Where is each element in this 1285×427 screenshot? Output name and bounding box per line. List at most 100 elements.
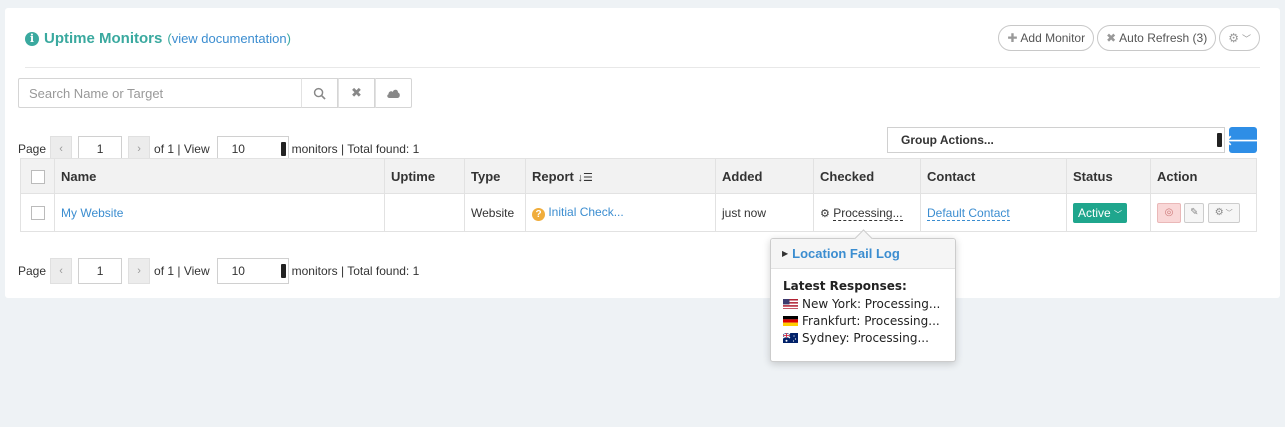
page-of-text: of 1 | View <box>154 264 210 278</box>
page-number-input[interactable]: 1 <box>78 258 123 284</box>
au-flag-icon <box>783 332 798 343</box>
caret-right-icon: ▶ <box>782 249 789 258</box>
row-checkbox[interactable] <box>30 205 45 220</box>
eye-slash-icon: ◎ <box>1164 207 1174 218</box>
chevron-right-icon: › <box>137 143 141 155</box>
title-group: i Uptime Monitors (view documentation) <box>25 30 291 47</box>
search-icon <box>313 87 326 100</box>
col-status[interactable]: Status <box>1066 158 1151 194</box>
col-added[interactable]: Added <box>715 158 814 194</box>
col-report-label: Report <box>532 168 574 184</box>
chevron-down-icon: ﹀ <box>1225 209 1233 217</box>
page-title: Uptime Monitors <box>44 30 163 47</box>
cloud-icon <box>387 89 400 98</box>
checked-status-link[interactable]: Processing... <box>833 205 903 221</box>
location-row: New York: Processing... <box>783 295 943 312</box>
cloud-button[interactable] <box>375 78 412 108</box>
latest-responses-label: Latest Responses: <box>783 279 907 293</box>
contact-cell: Default Contact <box>920 193 1067 232</box>
close-icon: ✖ <box>1106 31 1117 45</box>
gear-icon: ⚙ <box>820 207 830 220</box>
de-flag-icon <box>783 315 798 326</box>
search-button[interactable] <box>301 78 338 108</box>
location-text: New York: Processing... <box>802 296 941 311</box>
status-cell: Active ﹀ <box>1066 193 1151 232</box>
checked-cell: ⚙ Processing... <box>813 193 921 232</box>
paren-close: ) <box>286 31 291 46</box>
documentation-wrap: (view documentation) <box>167 31 291 46</box>
gear-icon: ⚙ <box>1214 207 1224 218</box>
view-documentation-link[interactable]: view documentation <box>172 31 287 46</box>
panel-header: i Uptime Monitors (view documentation) ✚… <box>25 25 1260 68</box>
report-cell: ? Initial Check... <box>525 193 716 232</box>
name-cell: My Website <box>54 193 385 232</box>
question-icon: ? <box>532 207 545 221</box>
popover-title: Location Fail Log <box>792 246 900 261</box>
gear-icon: ⚙ <box>1228 31 1239 45</box>
page-label: Page <box>18 264 47 278</box>
monitor-name-link[interactable]: My Website <box>61 206 123 220</box>
info-icon: i <box>25 31 39 46</box>
us-flag-icon <box>783 298 798 309</box>
add-monitor-button[interactable]: ✚ Add Monitor <box>998 25 1095 51</box>
next-page-button[interactable]: › <box>128 258 151 284</box>
location-text: Frankfurt: Processing... <box>802 313 940 328</box>
col-checked[interactable]: Checked <box>813 158 921 194</box>
settings-dropdown-button[interactable]: ⚙ ﹀ <box>1219 25 1260 51</box>
group-actions-select[interactable]: Group Actions... <box>887 127 1225 153</box>
contact-link[interactable]: Default Contact <box>927 205 1010 221</box>
select-arrow-icon <box>280 142 286 156</box>
chevron-down-icon: ﹀ <box>1114 209 1123 219</box>
group-actions-label: Group Actions... <box>901 133 994 147</box>
sort-icon: ↓☰ <box>577 171 593 184</box>
select-arrow-icon <box>1217 133 1222 147</box>
report-link[interactable]: Initial Check... <box>548 205 623 219</box>
arrow-left-icon: 🡐 <box>1224 131 1262 148</box>
pause-monitor-button[interactable]: ◎ <box>1157 202 1181 223</box>
location-popover: ▶ Location Fail Log Latest Responses: Ne… <box>770 238 956 362</box>
pencil-icon: ✎ <box>1190 207 1199 218</box>
table-row: My Website Website ? Initial Check... ju… <box>20 193 1257 232</box>
view-count-select[interactable]: 10 <box>216 258 289 284</box>
select-all-cell <box>20 158 55 194</box>
chevron-down-icon: ﹀ <box>1241 33 1251 44</box>
page-label: Page <box>18 142 47 156</box>
auto-refresh-button[interactable]: ✖ Auto Refresh (3) <box>1097 25 1217 51</box>
location-row: Sydney: Processing... <box>783 329 943 346</box>
chevron-left-icon: ‹ <box>59 143 63 155</box>
apply-group-action-button[interactable]: 🡐 <box>1224 127 1262 153</box>
clear-search-button[interactable]: ✖ <box>338 78 375 108</box>
monitors-table: Name Uptime Type Report ↓☰ Added Checked… <box>20 158 1257 232</box>
uptime-cell <box>384 193 465 232</box>
added-cell: just now <box>715 193 814 232</box>
prev-page-button[interactable]: ‹ <box>50 258 73 284</box>
select-all-checkbox[interactable] <box>30 169 45 184</box>
col-contact[interactable]: Contact <box>920 158 1067 194</box>
view-count-value: 10 <box>231 142 245 156</box>
search-bar: Search Name or Target ✖ <box>18 78 412 108</box>
monitor-settings-button[interactable]: ⚙ ﹀ <box>1207 202 1240 223</box>
page-of-text: of 1 | View <box>154 142 210 156</box>
plus-icon: ✚ <box>1007 31 1018 45</box>
add-monitor-label: Add Monitor <box>1020 31 1086 45</box>
pager-bottom: Page ‹ 1 › of 1 | View 10 monitors | Tot… <box>18 258 419 284</box>
popover-body: Latest Responses: New York: Processing..… <box>771 269 955 356</box>
row-select-cell <box>20 193 55 232</box>
select-arrow-icon <box>280 264 286 278</box>
close-icon: ✖ <box>351 85 362 100</box>
col-action: Action <box>1150 158 1257 194</box>
edit-monitor-button[interactable]: ✎ <box>1184 202 1205 223</box>
chevron-left-icon: ‹ <box>59 265 63 277</box>
col-name[interactable]: Name <box>54 158 385 194</box>
location-fail-log-toggle[interactable]: ▶ Location Fail Log <box>771 239 955 269</box>
col-report[interactable]: Report ↓☰ <box>525 158 716 194</box>
search-input[interactable]: Search Name or Target <box>18 78 301 108</box>
col-uptime[interactable]: Uptime <box>384 158 465 194</box>
action-cell: ◎ ✎ ⚙ ﹀ <box>1150 193 1257 232</box>
view-count-value: 10 <box>231 264 245 278</box>
location-text: Sydney: Processing... <box>802 330 929 345</box>
type-cell: Website <box>464 193 526 232</box>
col-type[interactable]: Type <box>464 158 526 194</box>
status-dropdown-button[interactable]: Active ﹀ <box>1073 202 1128 223</box>
total-found-text: monitors | Total found: 1 <box>291 142 420 156</box>
